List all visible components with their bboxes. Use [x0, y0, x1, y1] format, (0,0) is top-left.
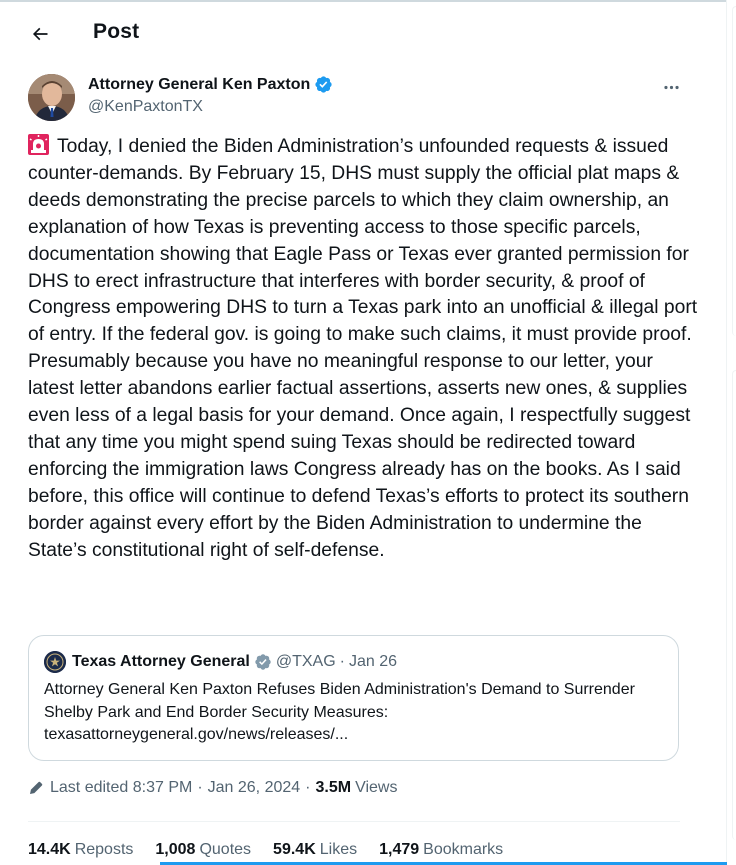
verified-badge-gray-icon — [254, 653, 272, 671]
quoted-avatar — [44, 651, 66, 673]
more-options-button[interactable] — [654, 70, 688, 104]
post-body: Today, I denied the Biden Administration… — [28, 134, 698, 565]
quoted-post[interactable]: Texas Attorney General @TXAG · Jan 26 At… — [28, 635, 679, 761]
author-handle[interactable]: @KenPaxtonTX — [88, 98, 203, 116]
engagement-stats: 14.4K Reposts 1,008 Quotes 59.4K Likes 1,47… — [28, 841, 525, 859]
bookmarks-stat[interactable]: 1,479 Bookmarks — [379, 841, 503, 859]
arrow-left-icon — [32, 27, 48, 41]
quotes-label: Quotes — [199, 841, 252, 858]
back-button[interactable] — [22, 16, 58, 52]
likes-stat[interactable]: 59.4K Likes — [273, 841, 357, 859]
divider — [28, 821, 680, 822]
page-header: Post — [0, 2, 727, 60]
post-meta: Last edited 8:37 PM · Jan 26, 2024 · 3.5… — [28, 779, 397, 797]
likes-label: Likes — [319, 841, 358, 858]
quoted-author-handle: @TXAG — [275, 653, 336, 670]
author-name-text[interactable]: Attorney General Ken Paxton — [88, 76, 310, 94]
more-dots-icon — [663, 85, 679, 89]
post-text: Today, I denied the Biden Administration… — [28, 136, 703, 561]
verified-badge-icon[interactable] — [314, 75, 333, 94]
pencil-icon — [28, 780, 44, 796]
avatar[interactable] — [28, 74, 75, 121]
quoted-author-name: Texas Attorney General — [72, 653, 250, 670]
bookmarks-count: 1,479 — [379, 841, 420, 858]
page-title: Post — [93, 20, 140, 43]
meta-separator: · — [197, 779, 203, 796]
likes-count: 59.4K — [273, 841, 316, 858]
reposts-stat[interactable]: 14.4K Reposts — [28, 841, 133, 859]
quoted-separator: · — [339, 653, 345, 670]
quoted-post-text: Attorney General Ken Paxton Refuses Bide… — [44, 681, 635, 743]
views-label: Views — [355, 779, 398, 796]
quoted-post-header: Texas Attorney General @TXAG · Jan 26 — [44, 651, 397, 673]
quotes-count: 1,008 — [155, 841, 196, 858]
right-sidebar-edge — [727, 0, 736, 865]
reposts-count: 14.4K — [28, 841, 71, 858]
post-author: Attorney General Ken Paxton @KenPaxtonTX — [28, 74, 708, 122]
sidebar-card-edge — [732, 6, 736, 336]
sidebar-card-edge — [732, 370, 736, 840]
siren-icon — [28, 134, 49, 155]
quoted-date: Jan 26 — [348, 653, 398, 670]
bookmarks-label: Bookmarks — [423, 841, 504, 858]
meta-separator: · — [305, 779, 311, 796]
views-count: 3.5M — [315, 779, 352, 796]
quotes-stat[interactable]: 1,008 Quotes — [155, 841, 251, 859]
reposts-label: Reposts — [74, 841, 134, 858]
author-name[interactable]: Attorney General Ken Paxton — [88, 75, 333, 94]
post-detail-column: Post Attorney General Ken Paxton @KenPax… — [0, 0, 727, 865]
last-edited-link[interactable]: Last edited 8:37 PM — [50, 779, 192, 797]
post-date[interactable]: Jan 26, 2024 — [208, 779, 301, 797]
